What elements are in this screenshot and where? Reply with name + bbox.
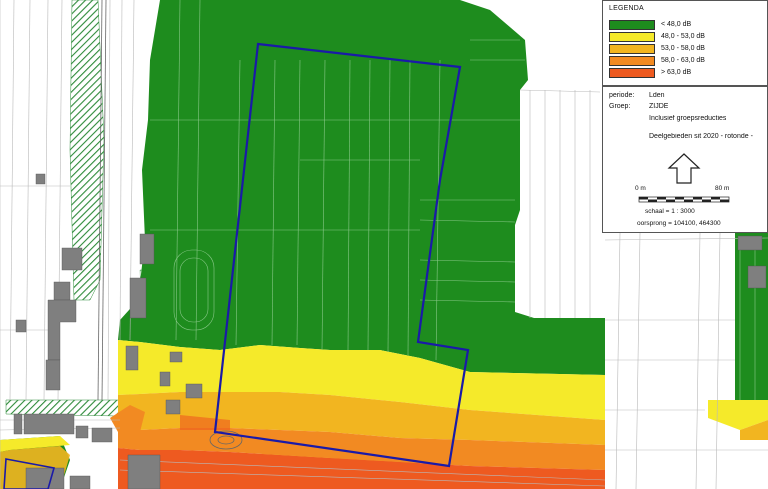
legend-swatch	[609, 32, 655, 42]
legend-label: < 48,0 dB	[661, 21, 692, 28]
legend-item: 58,0 - 63,0 dB	[609, 56, 759, 67]
legend-title: LEGENDA	[609, 5, 644, 12]
legend-item: > 63,0 dB	[609, 68, 759, 79]
periode-key: periode:	[609, 92, 635, 99]
north-arrow-icon	[667, 153, 701, 184]
groep-key: Groep:	[609, 103, 631, 110]
scale-ratio: schaal = 1 : 3000	[645, 208, 695, 215]
groep-note: Inclusief groepsreducties	[649, 115, 727, 122]
legend-swatch	[609, 56, 655, 66]
legend-item: 53,0 - 58,0 dB	[609, 44, 759, 55]
legend-label: > 63,0 dB	[661, 69, 692, 76]
legend-item: 48,0 - 53,0 dB	[609, 32, 759, 43]
legend-label: 53,0 - 58,0 dB	[661, 45, 705, 52]
scale-start-label: 0 m	[635, 185, 646, 192]
legend-label: 48,0 - 53,0 dB	[661, 33, 705, 40]
legend-item: < 48,0 dB	[609, 20, 759, 31]
scale-bar	[638, 196, 730, 203]
periode-value: Lden	[649, 92, 665, 99]
scale-origin: oorsprong = 104100, 464300	[637, 220, 721, 227]
scale-end-label: 80 m	[715, 185, 730, 192]
legend-label: 58,0 - 63,0 dB	[661, 57, 705, 64]
legend-swatch	[609, 20, 655, 30]
groep-value: ZIJDE	[649, 103, 669, 110]
legend-swatch	[609, 68, 655, 78]
subset-label: Deelgebieden sit 2020 - rotonde -	[649, 133, 753, 140]
legend-swatch	[609, 44, 655, 54]
legend-panel: LEGENDA < 48,0 dB 48,0 - 53,0 dB 53,0 - …	[602, 0, 768, 86]
